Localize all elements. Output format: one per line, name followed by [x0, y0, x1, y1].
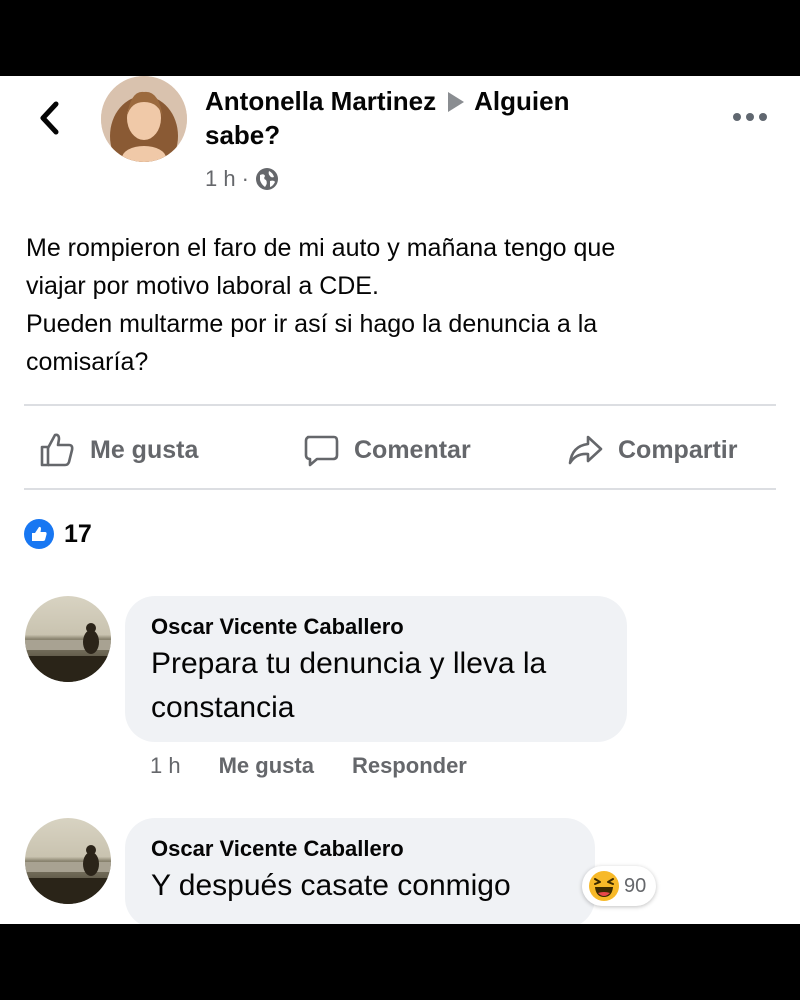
group-name[interactable]: Alguien: [474, 86, 569, 116]
post-action-bar: Me gusta Comentar Compartir: [24, 420, 776, 480]
commenter-name[interactable]: Oscar Vicente Caballero: [151, 834, 569, 864]
commenter-avatar[interactable]: [25, 596, 111, 682]
reaction-count: 90: [624, 874, 647, 897]
comment-like-button[interactable]: Me gusta: [219, 753, 314, 779]
more-horizontal-icon: [733, 113, 767, 121]
share-label: Compartir: [618, 435, 738, 464]
group-name-continued[interactable]: sabe?: [205, 120, 280, 150]
divider: [24, 404, 776, 406]
author-avatar[interactable]: [101, 76, 187, 162]
comment-button[interactable]: Comentar: [302, 420, 471, 480]
comment-time: 1 h: [150, 753, 181, 778]
like-reaction-icon: [24, 519, 54, 549]
reaction-summary[interactable]: 17: [24, 517, 92, 551]
speech-bubble-icon: [304, 435, 339, 467]
like-button[interactable]: Me gusta: [38, 420, 198, 480]
reaction-count: 17: [64, 519, 92, 548]
more-options-button[interactable]: [730, 106, 770, 128]
triangle-arrow-icon: [448, 92, 465, 112]
chevron-left-icon: [40, 101, 59, 135]
share-button[interactable]: Compartir: [566, 420, 737, 480]
post-meta: 1 h ·: [205, 163, 279, 195]
thumbs-up-icon: [40, 433, 74, 467]
globe-icon: [255, 168, 278, 190]
comment-bubble: Oscar Vicente Caballero Prepara tu denun…: [125, 596, 627, 742]
post-text: Me rompieron el faro de mi auto y mañana…: [26, 234, 616, 376]
divider: [24, 488, 776, 490]
commenter-name[interactable]: Oscar Vicente Caballero: [151, 612, 601, 642]
comment-text: Prepara tu denuncia y lleva la constancia: [151, 647, 547, 724]
app-screen: [0, 76, 800, 924]
post-title: Antonella Martinez Alguien sabe?: [205, 84, 705, 152]
comment-actions: 1 h Me gusta Responder: [150, 750, 505, 782]
back-button[interactable]: [34, 96, 66, 140]
commenter-avatar[interactable]: [25, 818, 111, 904]
comment-label: Comentar: [354, 435, 471, 464]
comment-text: Y después casate conmigo: [151, 869, 511, 902]
comment-reaction-badge[interactable]: 90: [582, 866, 657, 906]
laughing-emoji-icon: [589, 871, 619, 901]
like-label: Me gusta: [90, 435, 199, 464]
bottom-bar: [0, 924, 800, 1000]
share-arrow-icon: [568, 435, 603, 465]
separator-dot: ·: [241, 166, 249, 191]
author-name[interactable]: Antonella Martinez: [205, 86, 436, 116]
comment-bubble: Oscar Vicente Caballero Y después casate…: [125, 818, 595, 928]
comment-reply-button[interactable]: Responder: [352, 753, 467, 779]
post-time[interactable]: 1 h: [205, 166, 236, 192]
